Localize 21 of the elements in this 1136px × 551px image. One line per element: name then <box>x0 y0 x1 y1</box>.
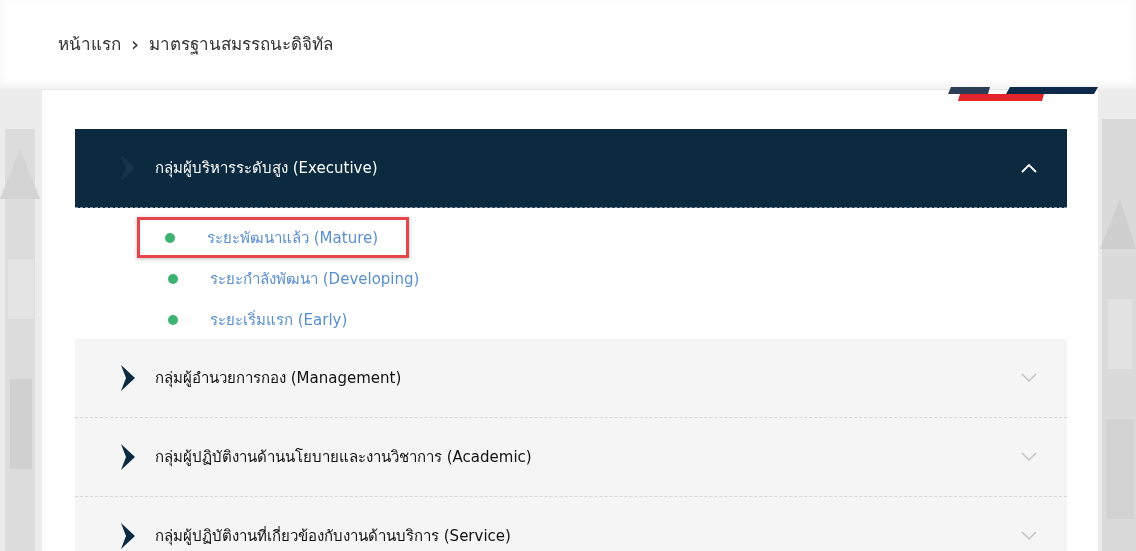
breadcrumb-link[interactable]: มาตรฐานสมรรถนะดิจิทัล <box>149 30 333 57</box>
chevron-right-icon <box>119 444 135 470</box>
level-link[interactable]: ระยะเริ่มแรก (Early) <box>210 307 348 332</box>
group-title: กลุ่มผู้บริหารระดับสูง (Executive) <box>155 158 379 180</box>
accordion-header[interactable]: กลุ่มผู้อำนวยการกอง (Management) <box>75 339 1067 418</box>
chevron-right-icon <box>119 523 135 549</box>
accordion-header[interactable]: กลุ่มผู้ปฏิบัติงานที่เกี่ยวข้องกับงานด้านบริการ (Service) <box>75 497 1067 551</box>
breadcrumb-separator: › <box>131 31 139 56</box>
chevron-right-icon <box>119 365 135 391</box>
caret-down-icon <box>1021 373 1037 383</box>
caret-down-icon <box>1021 531 1037 541</box>
accordion-header[interactable]: กลุ่มผู้บริหารระดับสูง (Executive) <box>75 129 1067 208</box>
level-link[interactable]: ระยะพัฒนาแล้ว (Mature) <box>207 225 379 250</box>
group-title: กลุ่มผู้ปฏิบัติงานด้านนโยบายและงานวิชาการ (Academic) <box>155 447 533 469</box>
caret-down-icon <box>1021 452 1037 462</box>
group-title: กลุ่มผู้อำนวยการกอง (Management) <box>155 368 403 390</box>
breadcrumb-link[interactable]: หน้าแรก <box>58 30 121 57</box>
caret-up-icon <box>1021 163 1037 173</box>
level-link[interactable]: ระยะกำลังพัฒนา (Developing) <box>210 266 420 291</box>
group-title: กลุ่มผู้ปฏิบัติงานที่เกี่ยวข้องกับงานด้านบริการ (Service) <box>155 525 512 548</box>
accordion-header[interactable]: กลุ่มผู้ปฏิบัติงานด้านนโยบายและงานวิชาการ (Academic) <box>75 418 1067 497</box>
